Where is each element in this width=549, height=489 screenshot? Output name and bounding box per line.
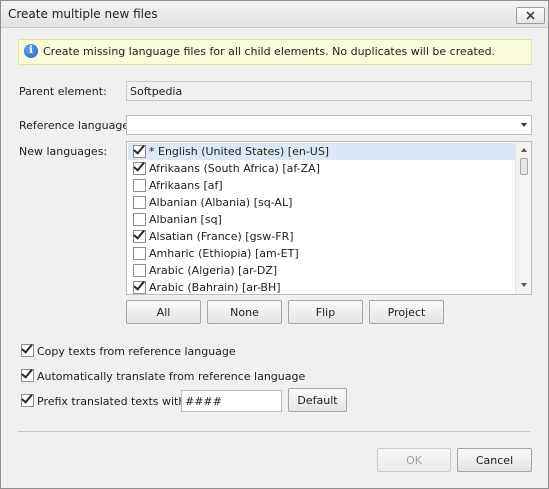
default-prefix-button[interactable]: Default: [288, 388, 347, 412]
parent-element-label: Parent element:: [19, 85, 107, 98]
language-checkbox[interactable]: [133, 196, 146, 209]
list-item[interactable]: Albanian [sq]: [128, 211, 515, 228]
cancel-button[interactable]: Cancel: [457, 448, 532, 472]
language-label: Afrikaans [af]: [149, 179, 223, 192]
list-item[interactable]: Arabic (Bahrain) [ar-BH]: [128, 278, 515, 294]
checkmark-icon: [133, 159, 145, 172]
list-scrollbar[interactable]: [515, 142, 531, 294]
language-checkbox[interactable]: [133, 227, 146, 243]
prefix-checkbox[interactable]: [21, 391, 34, 407]
chevron-down-icon[interactable]: [521, 123, 527, 127]
info-text: Create missing language files for all ch…: [43, 45, 496, 58]
list-item[interactable]: Albanian (Albania) [sq-AL]: [128, 194, 515, 211]
reference-language-label: Reference language:: [19, 119, 133, 132]
copy-texts-label: Copy texts from reference language: [37, 345, 236, 358]
title-bar: Create multiple new files: [1, 1, 548, 28]
info-banner: i Create missing language files for all …: [18, 39, 532, 65]
language-checkbox[interactable]: [133, 142, 146, 158]
dialog-window: Create multiple new files i Create missi…: [0, 0, 549, 489]
select-none-button[interactable]: None: [207, 300, 282, 324]
copy-texts-checkbox[interactable]: [21, 341, 34, 357]
checkmark-icon: [133, 278, 145, 291]
list-item[interactable]: Afrikaans [af]: [128, 177, 515, 194]
language-label: Arabic (Algeria) [ar-DZ]: [149, 264, 278, 277]
close-icon: [526, 11, 535, 20]
scroll-thumb[interactable]: [520, 158, 528, 175]
ok-button[interactable]: OK: [377, 448, 451, 472]
parent-element-field: Softpedia: [126, 81, 532, 101]
language-checkbox[interactable]: [133, 264, 146, 277]
language-label: Albanian (Albania) [sq-AL]: [149, 196, 293, 209]
language-label: * English (United States) [en-US]: [149, 145, 330, 158]
list-item[interactable]: Arabic (Algeria) [ar-DZ]: [128, 262, 515, 279]
new-languages-label: New languages:: [19, 145, 108, 158]
scroll-up-icon[interactable]: [521, 148, 527, 152]
checkmark-icon: [21, 366, 33, 379]
footer-divider: [18, 431, 530, 432]
info-icon: i: [24, 44, 38, 58]
flip-selection-button[interactable]: Flip: [288, 300, 363, 324]
parent-element-value: Softpedia: [130, 85, 183, 98]
checkmark-icon: [21, 341, 33, 354]
dialog-title: Create multiple new files: [8, 7, 158, 21]
language-label: Arabic (Bahrain) [ar-BH]: [149, 281, 281, 294]
select-all-button[interactable]: All: [126, 300, 201, 324]
prefix-label: Prefix translated texts with:: [37, 395, 190, 408]
checkmark-icon: [133, 227, 145, 240]
list-item[interactable]: Afrikaans (South Africa) [af-ZA]: [128, 159, 515, 177]
language-label: Albanian [sq]: [149, 213, 222, 226]
language-checkbox[interactable]: [133, 159, 146, 175]
new-languages-list[interactable]: * English (United States) [en-US] Afrikaa…: [126, 141, 532, 295]
prefix-input[interactable]: ####: [181, 390, 282, 412]
list-item[interactable]: Alsatian (France) [gsw-FR]: [128, 227, 515, 245]
language-checkbox[interactable]: [133, 247, 146, 260]
language-checkbox[interactable]: [133, 179, 146, 192]
scroll-down-icon[interactable]: [521, 283, 527, 287]
checkmark-icon: [21, 391, 33, 404]
list-item[interactable]: * English (United States) [en-US]: [128, 142, 515, 160]
language-label: Alsatian (France) [gsw-FR]: [149, 230, 294, 243]
project-button[interactable]: Project: [369, 300, 444, 324]
prefix-value: ####: [185, 395, 222, 408]
language-label: Afrikaans (South Africa) [af-ZA]: [149, 162, 320, 175]
language-checkbox[interactable]: [133, 278, 146, 294]
language-label: Amharic (Ethiopia) [am-ET]: [149, 247, 299, 260]
auto-translate-label: Automatically translate from reference l…: [37, 370, 306, 383]
auto-translate-checkbox[interactable]: [21, 366, 34, 382]
list-item[interactable]: Amharic (Ethiopia) [am-ET]: [128, 245, 515, 262]
language-checkbox[interactable]: [133, 213, 146, 226]
reference-language-dropdown[interactable]: [126, 115, 532, 135]
checkmark-icon: [133, 142, 145, 155]
close-button[interactable]: [516, 7, 545, 24]
